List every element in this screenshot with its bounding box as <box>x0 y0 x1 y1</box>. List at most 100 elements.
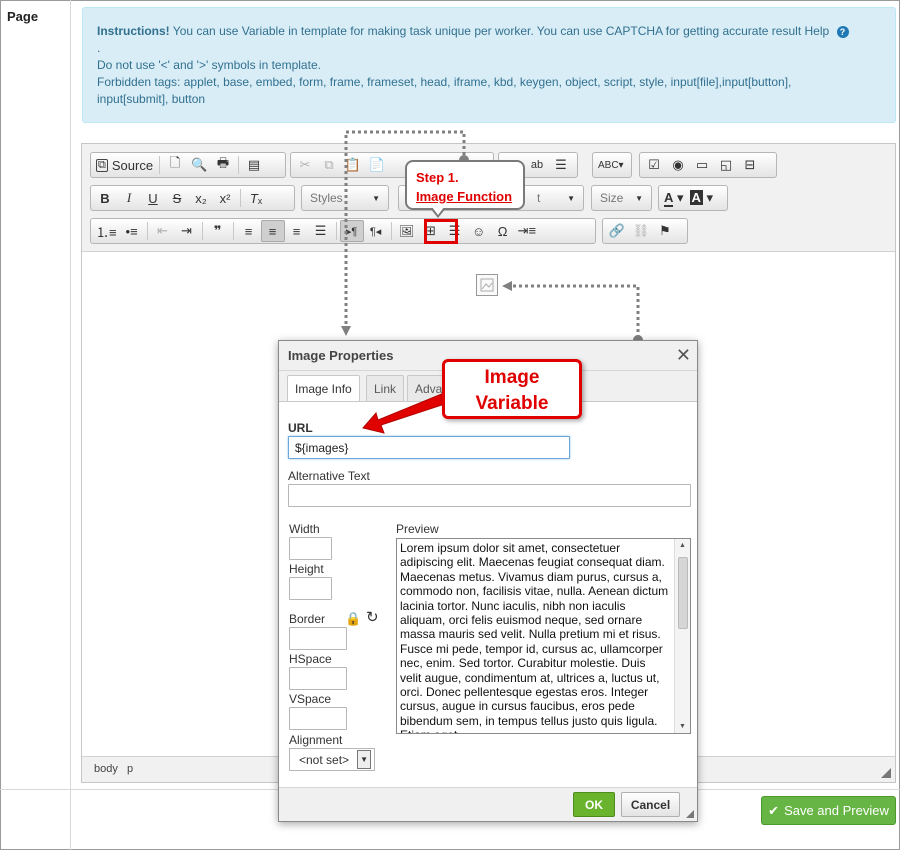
checkbox-button[interactable]: ☑ <box>642 154 666 176</box>
lock-icon[interactable]: 🔒 <box>345 611 361 627</box>
spellcheck-button[interactable]: ABC▾ <box>595 154 627 176</box>
numbered-list-button[interactable]: ⒈≡ <box>93 220 120 242</box>
path-body[interactable]: body <box>94 763 118 775</box>
indent-button[interactable]: ⇥ <box>175 220 199 242</box>
bulleted-list-button[interactable]: •≡ <box>120 220 144 242</box>
height-input[interactable] <box>289 577 332 600</box>
format-label: t <box>537 191 541 205</box>
alt-text-label: Alternative Text <box>288 469 370 483</box>
tab-link[interactable]: Link <box>366 375 405 401</box>
source-icon: ⧉ <box>96 158 108 172</box>
cut-button[interactable]: ✂ <box>293 154 317 176</box>
strike-button[interactable]: S <box>165 187 189 209</box>
replace-button[interactable]: ab <box>525 154 549 176</box>
rtl-button[interactable]: ¶◂ <box>364 220 388 242</box>
preview-scrollbar[interactable]: ▲ ▼ <box>674 539 690 733</box>
styles-dropdown[interactable]: Styles ▼ <box>301 185 389 211</box>
underline-label: U <box>148 190 158 206</box>
vspace-input[interactable] <box>289 707 347 730</box>
dialog-resize-grip-icon[interactable] <box>686 810 694 818</box>
question-circle-icon[interactable]: ? <box>836 26 849 38</box>
outdent-button[interactable]: ⇤ <box>151 220 175 242</box>
smiley-button[interactable]: ☺ <box>467 220 491 242</box>
templates-button[interactable]: ▤ <box>242 154 266 176</box>
tab-image-info[interactable]: Image Info <box>287 375 360 402</box>
copy-button[interactable]: ⧉ <box>317 154 341 176</box>
cut-icon: ✂ <box>299 157 311 172</box>
bg-color-button[interactable]: A ▾ <box>687 187 717 209</box>
save-and-preview-button[interactable]: ✔ Save and Preview <box>761 796 896 825</box>
indent-icon: ⇥ <box>181 223 193 238</box>
preview-text: Lorem ipsum dolor sit amet, consectetuer… <box>400 541 669 733</box>
styles-label: Styles <box>310 191 343 205</box>
bold-button[interactable]: B <box>93 187 117 209</box>
outdent-icon: ⇤ <box>157 223 169 238</box>
width-input[interactable] <box>289 537 332 560</box>
path-p[interactable]: p <box>127 763 133 775</box>
toolbar-group-paragraph: ⒈≡ •≡ ⇤ ⇥ ❞ ≡ ≡ ≡ ☰ ▸¶ ¶◂ 🖼 ⊞ ☰ ☺ Ω ⇥≡ <box>90 218 596 244</box>
resize-grip-icon[interactable] <box>881 768 891 778</box>
paste-button[interactable]: 📋 <box>341 154 365 176</box>
preview-button[interactable]: 🔍 <box>187 154 211 176</box>
select-all-button[interactable]: ☰ <box>549 154 573 176</box>
source-label: Source <box>111 157 154 173</box>
textarea-button[interactable]: ◱ <box>714 154 738 176</box>
alignment-select[interactable]: <not set> ▼ <box>289 748 375 771</box>
scroll-up-icon[interactable]: ▲ <box>679 542 686 549</box>
link-button[interactable]: 🔗 <box>605 220 629 242</box>
image-button[interactable]: 🖼 <box>395 220 419 242</box>
instructions-line2: Do not use '<' and '>' symbols in templa… <box>97 58 321 72</box>
text-color-button[interactable]: A ▾ <box>661 187 687 209</box>
textfield-button[interactable]: ▭ <box>690 154 714 176</box>
remove-format-button[interactable]: Tₓ <box>244 187 268 209</box>
rtl-icon: ¶◂ <box>369 225 382 238</box>
spellcheck-icon: ABC▾ <box>598 159 624 171</box>
italic-label: I <box>126 190 132 205</box>
select-field-icon: ⊟ <box>744 157 756 172</box>
remove-format-icon: Tₓ <box>249 190 263 206</box>
image-icon: 🖼 <box>398 224 415 238</box>
numbered-list-icon: ⒈≡ <box>96 224 117 240</box>
source-button[interactable]: ⧉ Source <box>93 154 156 176</box>
page-break-button[interactable]: ⇥≡ <box>515 220 539 242</box>
radio-button[interactable]: ◉ <box>666 154 690 176</box>
page-label: Page <box>7 9 39 24</box>
url-input[interactable] <box>288 436 570 459</box>
ok-button[interactable]: OK <box>573 792 615 817</box>
print-button[interactable]: 🖶 <box>211 154 235 176</box>
instructions-line3: Forbidden tags: applet, base, embed, for… <box>97 75 792 89</box>
hspace-input[interactable] <box>289 667 347 690</box>
paste-text-button[interactable]: 📄 <box>365 154 389 176</box>
textarea-icon: ◱ <box>719 157 733 172</box>
alignment-value: <not set> <box>299 752 350 767</box>
scroll-thumb[interactable] <box>678 557 688 629</box>
align-left-button[interactable]: ≡ <box>237 220 261 242</box>
special-char-button[interactable]: Ω <box>491 220 515 242</box>
alt-text-input[interactable] <box>288 484 691 507</box>
border-input[interactable] <box>289 627 347 650</box>
unlink-button[interactable]: ⛓ <box>629 220 653 242</box>
superscript-button[interactable]: x² <box>213 187 237 209</box>
size-dropdown[interactable]: Size ▼ <box>591 185 652 211</box>
align-right-button[interactable]: ≡ <box>285 220 309 242</box>
toolbar-separator <box>390 222 392 240</box>
toolbar-separator <box>146 222 148 240</box>
anchor-button[interactable]: ⚑ <box>653 220 677 242</box>
italic-button[interactable]: I <box>117 187 141 209</box>
subscript-button[interactable]: x₂ <box>189 187 213 209</box>
reset-size-icon[interactable]: ↻ <box>366 608 379 626</box>
scroll-down-icon[interactable]: ▼ <box>679 723 686 730</box>
unlink-icon: ⛓ <box>632 223 650 238</box>
close-icon[interactable]: ✕ <box>676 345 691 365</box>
ltr-button[interactable]: ▸¶ <box>339 220 364 242</box>
copy-icon: ⧉ <box>324 157 334 172</box>
new-page-icon: 🗋 <box>169 155 181 170</box>
new-page-button[interactable]: 🗋 <box>163 154 187 176</box>
inserted-image-placeholder[interactable] <box>476 274 498 296</box>
underline-button[interactable]: U <box>141 187 165 209</box>
select-field-button[interactable]: ⊟ <box>738 154 762 176</box>
cancel-button[interactable]: Cancel <box>621 792 680 817</box>
justify-button[interactable]: ☰ <box>309 220 333 242</box>
blockquote-button[interactable]: ❞ <box>206 220 230 242</box>
align-center-button[interactable]: ≡ <box>260 220 285 242</box>
